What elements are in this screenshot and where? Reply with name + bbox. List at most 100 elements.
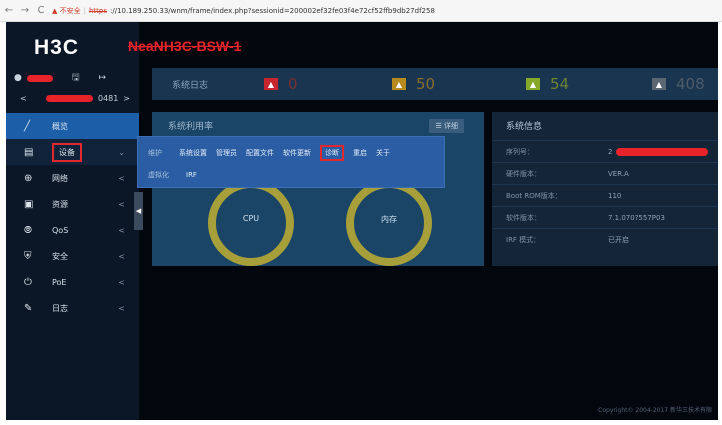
sidebar-collapse-handle[interactable]: ◀ (134, 192, 143, 230)
log-count-critical[interactable]: ▲ 0 (264, 75, 298, 93)
system-log-title: 系统日志 (172, 80, 209, 91)
submenu-group-virtualization: 虚拟化 (148, 171, 169, 179)
device-submenu: 维护 系统设置 管理员 配置文件 软件更新 诊断 重启 关于 虚拟化 IRF (137, 136, 445, 188)
security-warning[interactable]: ▲ 不安全 (52, 6, 81, 16)
h3c-logo: H3C (34, 36, 80, 59)
memory-gauge: 内存 (346, 180, 432, 266)
sidebar-item-overview[interactable]: ╱ 概览 (6, 113, 139, 139)
sidebar-item-label: 概览 (52, 121, 68, 131)
save-icon[interactable]: 🖫 (72, 70, 80, 86)
device-name-redacted (45, 95, 93, 102)
chevron-left-icon: < (118, 251, 125, 261)
submenu-item-about[interactable]: 关于 (376, 148, 390, 158)
submenu-row-virtualization: 虚拟化 IRF (148, 170, 197, 180)
device-switcher[interactable]: < 0481 > (20, 94, 130, 103)
log-count-value: 50 (416, 75, 436, 93)
chevron-right-icon[interactable]: > (123, 94, 130, 103)
sidebar-menu: ╱ 概览 ▤ 设备 ⌄ ⊕ 网络 < ▣ 资源 < ⦾ QoS < ⛨ 安全 <… (6, 113, 139, 321)
alert-info-icon: ▲ (652, 78, 666, 90)
url-scheme: https (88, 6, 107, 15)
log-count-notice[interactable]: ▲ 54 (526, 75, 569, 93)
sidebar-item-poe[interactable]: ⏻ PoE < (6, 269, 139, 295)
sidebar: H3C ● 🖫 ↦ < 0481 > ╱ 概览 ▤ 设备 ⌄ ⊕ 网络 < ▣ … (6, 22, 139, 420)
browser-toolbar: ← → C ▲ 不安全 | https://10.189.250.33/wnm/… (0, 0, 722, 22)
sidebar-item-label: 日志 (52, 303, 68, 313)
sysinfo-value: 7.1.070?557P03 (608, 213, 665, 222)
forward-button[interactable]: → (20, 5, 30, 16)
chevron-left-icon[interactable]: < (20, 94, 27, 103)
gauge-label: CPU (242, 214, 260, 223)
submenu-item-administrators[interactable]: 管理员 (216, 148, 237, 158)
sysinfo-value: 已开启 (608, 235, 629, 244)
hostname-title: NeaNH3C-BSW-1 (128, 38, 242, 54)
log-count-warning[interactable]: ▲ 50 (392, 75, 435, 93)
chevron-left-icon: < (118, 225, 125, 235)
reload-button[interactable]: C (36, 5, 46, 16)
sysinfo-row: 硬件版本： VER.A (492, 162, 718, 184)
log-count-value: 0 (288, 75, 298, 93)
sysinfo-row: Boot ROM版本： 110 (492, 184, 718, 206)
address-bar[interactable]: ▲ 不安全 | https://10.189.250.33/wnm/frame/… (52, 6, 435, 16)
serial-redacted (616, 147, 708, 156)
panel-title: 系统信息 (506, 122, 543, 132)
log-icon: ✎ (24, 302, 33, 314)
submenu-item-software-update[interactable]: 软件更新 (283, 148, 311, 158)
sidebar-item-resource[interactable]: ▣ 资源 < (6, 191, 139, 217)
submenu-item-reboot[interactable]: 重启 (353, 148, 367, 158)
sidebar-item-network[interactable]: ⊕ 网络 < (6, 165, 139, 191)
sidebar-item-label: 资源 (52, 199, 68, 209)
app-window: H3C ● 🖫 ↦ < 0481 > ╱ 概览 ▤ 设备 ⌄ ⊕ 网络 < ▣ … (6, 22, 718, 420)
submenu-group-maintenance: 维护 (148, 149, 162, 157)
submenu-item-diagnostics[interactable]: 诊断 (320, 145, 344, 161)
sidebar-item-label: QoS (52, 225, 69, 235)
alert-warning-icon: ▲ (392, 78, 406, 90)
system-log-band: 系统日志 ▲ 0 ▲ 50 ▲ 54 ▲ 408 (152, 68, 718, 100)
sysinfo-key: IRF 模式： (506, 235, 541, 244)
sysinfo-row: IRF 模式： 已开启 (492, 228, 718, 250)
sysinfo-key: Boot ROM版本： (506, 191, 562, 200)
log-count-value: 54 (550, 75, 570, 93)
username-redacted (26, 74, 53, 82)
sidebar-item-security[interactable]: ⛨ 安全 < (6, 243, 139, 269)
submenu-item-config-file[interactable]: 配置文件 (246, 148, 274, 158)
sidebar-item-label: 安全 (52, 251, 68, 261)
sysinfo-value: 2 (608, 147, 613, 156)
network-icon: ⊕ (24, 172, 33, 184)
sidebar-item-label: 网络 (52, 173, 68, 183)
resource-icon: ▣ (24, 198, 34, 210)
sysinfo-row: 序列号： 2 (492, 140, 718, 162)
chevron-left-icon: < (118, 303, 125, 313)
panel-title: 系统利用率 (168, 122, 214, 132)
device-suffix: 0481 (97, 94, 119, 103)
device-icon: ▤ (24, 146, 34, 158)
chevron-left-icon: < (118, 277, 125, 287)
user-icon: ● (14, 73, 22, 83)
submenu-item-irf[interactable]: IRF (186, 171, 197, 179)
sysinfo-key: 硬件版本： (506, 169, 541, 178)
overview-icon: ╱ (24, 120, 31, 132)
submenu-row-maintenance: 维护 系统设置 管理员 配置文件 软件更新 诊断 重启 关于 (148, 145, 390, 161)
qos-icon: ⦾ (24, 224, 32, 236)
url-text: ://10.189.250.33/wnm/frame/index.php?ses… (110, 6, 435, 15)
copyright-text: Copyright© 2004-2017 新华三技术有限 (598, 407, 712, 414)
sysinfo-value: VER.A (608, 169, 629, 178)
gauge-label: 内存 (381, 215, 397, 224)
logout-icon[interactable]: ↦ (99, 73, 107, 83)
log-count-value: 408 (676, 75, 705, 93)
sidebar-item-device[interactable]: ▤ 设备 ⌄ (6, 139, 139, 165)
user-row: ● 🖫 ↦ (14, 70, 134, 86)
submenu-item-system-settings[interactable]: 系统设置 (179, 148, 207, 158)
sysinfo-value: 110 (608, 191, 622, 200)
sidebar-item-log[interactable]: ✎ 日志 < (6, 295, 139, 321)
log-count-info[interactable]: ▲ 408 (652, 75, 705, 93)
details-button[interactable]: ☰ 详细 (429, 119, 464, 133)
chevron-left-icon: < (118, 199, 125, 209)
sysinfo-key: 软件版本： (506, 213, 541, 222)
back-button[interactable]: ← (4, 5, 14, 16)
sysinfo-row: 软件版本： 7.1.070?557P03 (492, 206, 718, 228)
details-label: 详细 (444, 122, 458, 130)
cpu-gauge: CPU (208, 180, 294, 266)
sidebar-item-qos[interactable]: ⦾ QoS < (6, 217, 139, 243)
alert-notice-icon: ▲ (526, 78, 540, 90)
chevron-down-icon: ⌄ (118, 147, 125, 157)
